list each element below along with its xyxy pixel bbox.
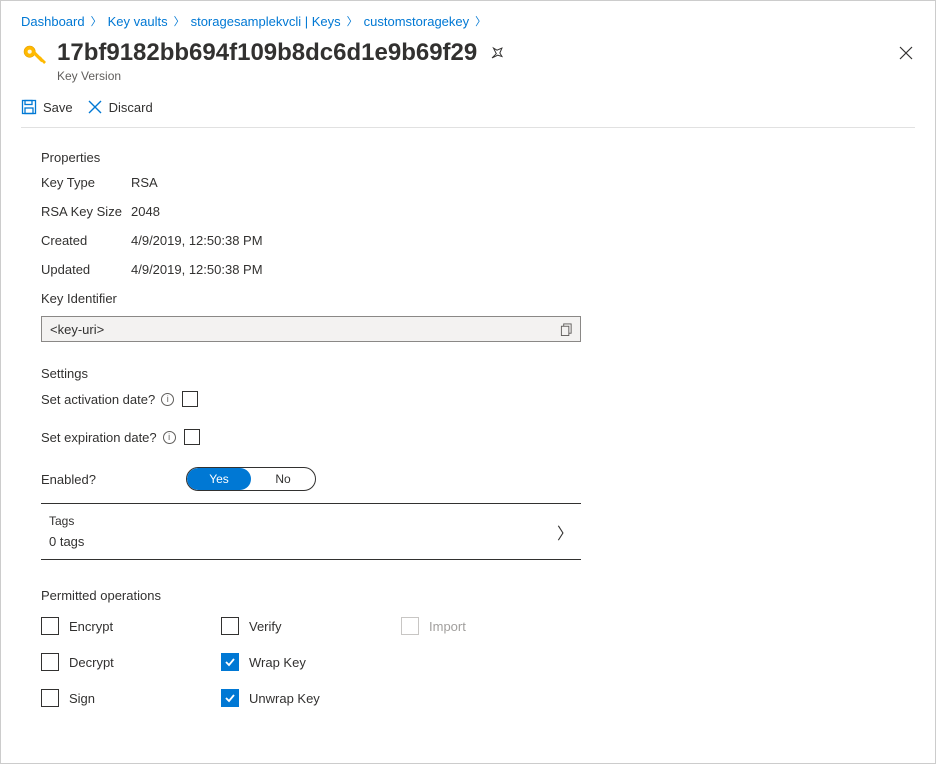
save-icon	[21, 99, 37, 115]
discard-icon	[87, 99, 103, 115]
sign-checkbox[interactable]	[41, 689, 59, 707]
import-label: Import	[429, 619, 466, 634]
close-button[interactable]	[899, 46, 913, 65]
updated-value: 4/9/2019, 12:50:38 PM	[131, 262, 263, 277]
chevron-right-icon: 〉	[347, 13, 358, 29]
activation-date-checkbox[interactable]	[182, 391, 198, 407]
breadcrumb-link[interactable]: storagesamplekvcli | Keys	[191, 14, 341, 29]
info-icon[interactable]: i	[161, 393, 174, 406]
unwrap-key-label: Unwrap Key	[249, 691, 320, 706]
enabled-label: Enabled?	[41, 472, 186, 487]
breadcrumb-link[interactable]: Key vaults	[108, 14, 168, 29]
key-icon	[21, 43, 47, 69]
created-label: Created	[41, 233, 131, 248]
pin-icon[interactable]	[486, 42, 509, 65]
key-size-value: 2048	[131, 204, 160, 219]
updated-label: Updated	[41, 262, 131, 277]
chevron-right-icon: 〉	[174, 13, 185, 29]
enabled-no[interactable]: No	[251, 468, 315, 490]
wrap-key-checkbox[interactable]	[221, 653, 239, 671]
info-icon[interactable]: i	[163, 431, 176, 444]
checkmark-icon	[224, 656, 236, 668]
tags-row[interactable]: Tags 0 tags 〉	[41, 504, 581, 560]
checkmark-icon	[224, 692, 236, 704]
copy-icon	[560, 323, 573, 336]
sign-label: Sign	[69, 691, 95, 706]
import-checkbox	[401, 617, 419, 635]
settings-heading: Settings	[41, 366, 581, 381]
breadcrumb: Dashboard 〉 Key vaults 〉 storagesamplekv…	[21, 13, 915, 29]
key-size-label: RSA Key Size	[41, 204, 131, 219]
breadcrumb-link[interactable]: Dashboard	[21, 14, 85, 29]
verify-label: Verify	[249, 619, 282, 634]
key-type-value: RSA	[131, 175, 158, 190]
key-identifier-label: Key Identifier	[41, 291, 581, 306]
expiration-date-label: Set expiration date?	[41, 430, 157, 445]
encrypt-label: Encrypt	[69, 619, 113, 634]
decrypt-checkbox[interactable]	[41, 653, 59, 671]
verify-checkbox[interactable]	[221, 617, 239, 635]
enabled-yes[interactable]: Yes	[187, 468, 251, 490]
created-value: 4/9/2019, 12:50:38 PM	[131, 233, 263, 248]
page-title: 17bf9182bb694f109b8dc6d1e9b69f29	[57, 39, 477, 67]
properties-heading: Properties	[41, 150, 581, 165]
expiration-date-checkbox[interactable]	[184, 429, 200, 445]
decrypt-label: Decrypt	[69, 655, 114, 670]
key-type-label: Key Type	[41, 175, 131, 190]
activation-date-label: Set activation date?	[41, 392, 155, 407]
toolbar: Save Discard	[21, 93, 915, 128]
key-identifier-field	[41, 316, 581, 342]
permitted-operations-heading: Permitted operations	[41, 588, 581, 603]
discard-label: Discard	[109, 100, 153, 115]
key-identifier-input[interactable]	[42, 318, 552, 341]
copy-button[interactable]	[552, 317, 580, 341]
chevron-right-icon: 〉	[557, 520, 573, 544]
enabled-toggle[interactable]: Yes No	[186, 467, 316, 491]
chevron-right-icon: 〉	[91, 13, 102, 29]
discard-button[interactable]: Discard	[87, 99, 153, 115]
save-label: Save	[43, 100, 73, 115]
page-subtitle: Key Version	[57, 69, 915, 83]
wrap-key-label: Wrap Key	[249, 655, 306, 670]
tags-count: 0 tags	[49, 534, 84, 549]
tags-label: Tags	[49, 514, 84, 528]
unwrap-key-checkbox[interactable]	[221, 689, 239, 707]
save-button[interactable]: Save	[21, 99, 73, 115]
encrypt-checkbox[interactable]	[41, 617, 59, 635]
breadcrumb-link[interactable]: customstoragekey	[364, 14, 470, 29]
chevron-right-icon: 〉	[475, 13, 486, 29]
